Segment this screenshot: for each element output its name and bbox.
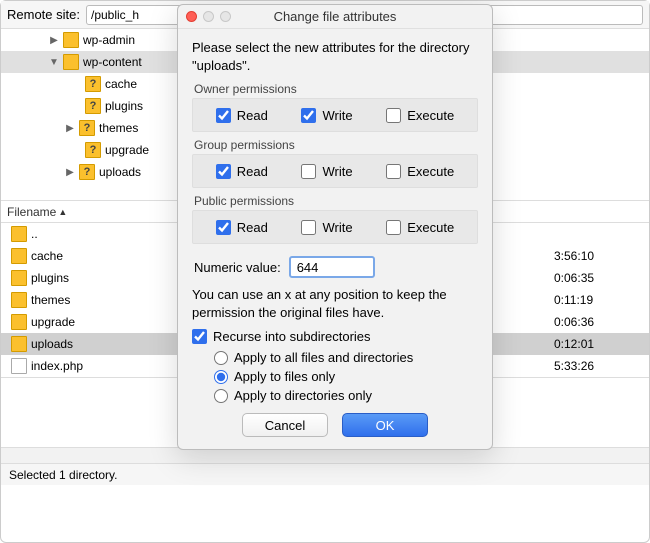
owner-permissions-row: Read Write Execute <box>192 98 478 132</box>
read-label: Read <box>237 108 268 123</box>
public-permissions-label: Public permissions <box>194 194 476 208</box>
folder-unknown-icon: ? <box>79 164 95 180</box>
dialog-intro: Please select the new attributes for the… <box>192 39 478 74</box>
folder-unknown-icon: ? <box>79 120 95 136</box>
execute-label: Execute <box>407 220 454 235</box>
folder-unknown-icon: ? <box>85 142 101 158</box>
folder-unknown-icon: ? <box>85 98 101 114</box>
file-name: index.php <box>31 359 83 373</box>
folder-unknown-icon: ? <box>85 76 101 92</box>
triangle-icon[interactable]: ▶ <box>49 35 59 46</box>
apply-all-label: Apply to all files and directories <box>234 350 413 365</box>
group-permissions-row: Read Write Execute <box>192 154 478 188</box>
folder-icon <box>11 292 27 308</box>
change-attributes-dialog: Change file attributes Please select the… <box>177 4 493 450</box>
triangle-icon[interactable]: ▶ <box>65 123 75 134</box>
group-read-checkbox[interactable] <box>216 164 231 179</box>
status-bar: Selected 1 directory. <box>1 463 649 485</box>
public-read-checkbox[interactable] <box>216 220 231 235</box>
group-execute-checkbox[interactable] <box>386 164 401 179</box>
owner-read-checkbox[interactable] <box>216 108 231 123</box>
minimize-icon <box>203 11 214 22</box>
owner-permissions-label: Owner permissions <box>194 82 476 96</box>
file-time: 0:06:36 <box>554 315 649 329</box>
apply-all-radio[interactable] <box>214 351 228 365</box>
triangle-icon[interactable]: ▼ <box>49 57 59 68</box>
file-name: uploads <box>31 337 73 351</box>
file-name: .. <box>31 227 38 241</box>
file-icon <box>11 358 27 374</box>
cancel-button[interactable]: Cancel <box>242 413 328 437</box>
folder-icon <box>63 54 79 70</box>
apply-files-radio[interactable] <box>214 370 228 384</box>
file-time: 5:33:26 <box>554 359 649 373</box>
apply-dirs-label: Apply to directories only <box>234 388 372 403</box>
apply-dirs-radio[interactable] <box>214 389 228 403</box>
file-name: themes <box>31 293 70 307</box>
owner-execute-checkbox[interactable] <box>386 108 401 123</box>
write-label: Write <box>322 164 352 179</box>
filename-header[interactable]: Filename <box>7 205 56 219</box>
folder-icon <box>11 270 27 286</box>
tree-label: themes <box>99 121 138 135</box>
sort-asc-icon: ▲ <box>58 207 67 217</box>
owner-write-checkbox[interactable] <box>301 108 316 123</box>
triangle-icon[interactable]: ▶ <box>65 167 75 178</box>
write-label: Write <box>322 108 352 123</box>
execute-label: Execute <box>407 108 454 123</box>
public-write-checkbox[interactable] <box>301 220 316 235</box>
numeric-value-input[interactable] <box>289 256 375 278</box>
file-name: cache <box>31 249 63 263</box>
ok-button[interactable]: OK <box>342 413 428 437</box>
group-permissions-label: Group permissions <box>194 138 476 152</box>
status-text: Selected 1 directory. <box>9 468 118 482</box>
recurse-label: Recurse into subdirectories <box>213 329 371 344</box>
numeric-value-label: Numeric value: <box>194 260 281 275</box>
tree-label: upgrade <box>105 143 149 157</box>
folder-icon <box>11 336 27 352</box>
numeric-hint: You can use an x at any position to keep… <box>192 286 478 321</box>
public-execute-checkbox[interactable] <box>386 220 401 235</box>
group-write-checkbox[interactable] <box>301 164 316 179</box>
folder-icon <box>63 32 79 48</box>
zoom-icon <box>220 11 231 22</box>
file-time: 0:12:01 <box>554 337 649 351</box>
tree-label: uploads <box>99 165 141 179</box>
recurse-checkbox[interactable] <box>192 329 207 344</box>
recurse-mode-group: Apply to all files and directories Apply… <box>192 350 478 403</box>
folder-icon <box>11 314 27 330</box>
file-time: 0:11:19 <box>554 293 649 307</box>
tree-label: wp-content <box>83 55 142 69</box>
read-label: Read <box>237 164 268 179</box>
public-permissions-row: Read Write Execute <box>192 210 478 244</box>
folder-icon <box>11 226 27 242</box>
close-icon[interactable] <box>186 11 197 22</box>
path-label: Remote site: <box>7 7 80 22</box>
tree-label: wp-admin <box>83 33 135 47</box>
tree-label: plugins <box>105 99 143 113</box>
dialog-titlebar[interactable]: Change file attributes <box>178 5 492 29</box>
file-time: 0:06:35 <box>554 271 649 285</box>
apply-files-label: Apply to files only <box>234 369 335 384</box>
folder-icon <box>11 248 27 264</box>
file-name: upgrade <box>31 315 75 329</box>
read-label: Read <box>237 220 268 235</box>
write-label: Write <box>322 220 352 235</box>
file-time: 3:56:10 <box>554 249 649 263</box>
file-name: plugins <box>31 271 69 285</box>
execute-label: Execute <box>407 164 454 179</box>
tree-label: cache <box>105 77 137 91</box>
